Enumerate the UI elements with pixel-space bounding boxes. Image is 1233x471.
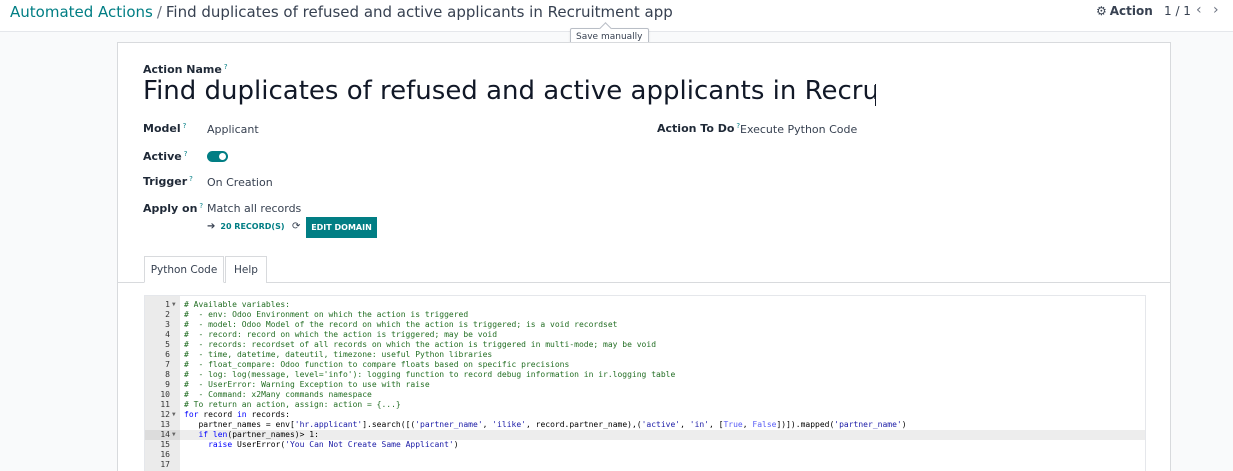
help-icon[interactable]: ? [199,202,203,210]
line-number: 10 [160,390,170,399]
code-line[interactable]: 9 # - UserError: Warning Exception to use… [145,380,1145,390]
code-line[interactable]: 8 # - log: log(message, level='info'): lo… [145,370,1145,380]
tab-help[interactable]: Help [225,256,267,283]
refresh-icon[interactable]: ⟳ [292,221,300,232]
help-icon[interactable]: ? [184,150,188,158]
code-text: if len(partner_names)> 1: [198,430,319,439]
arrow-right-icon: ➔ [207,221,216,232]
code-line[interactable]: 10 # - Command: x2Many commands namespace [145,390,1145,400]
code-text: # - model: Odoo Model of the record on w… [184,320,618,329]
help-icon[interactable]: ? [183,122,187,130]
line-number: 15 [160,440,170,449]
model-label: Model? [143,122,187,135]
active-toggle[interactable] [207,151,228,162]
code-text: # To return an action, assign: action = … [184,400,401,409]
fold-toggle-icon[interactable]: ▼ [172,300,176,310]
line-number: 14 [160,430,170,439]
code-text: # - Command: x2Many commands namespace [184,390,372,399]
line-number: 3 [165,320,170,329]
line-number: 12 [160,410,170,419]
chevron-left-icon[interactable]: ‹ [1196,3,1202,17]
line-number: 4 [165,330,170,339]
fold-toggle-icon[interactable]: ▼ [172,410,176,420]
action-to-do-field[interactable]: Execute Python Code [740,123,857,136]
records-count-link[interactable]: ➔ 20 RECORD(S) [207,221,284,232]
code-line[interactable]: 4 # - record: record on which the action … [145,330,1145,340]
tab-python-code[interactable]: Python Code [144,256,224,283]
active-label: Active? [143,150,188,163]
breadcrumb: Automated Actions / Find duplicates of ref… [10,2,673,22]
code-line[interactable]: 17 [145,460,1145,470]
line-number: 5 [165,340,170,349]
code-text: for record in records: [184,410,290,419]
help-icon[interactable]: ? [189,175,193,183]
code-text: # - float_compare: Odoo function to comp… [184,360,570,369]
code-line[interactable]: 2 # - env: Odoo Environment on which the … [145,310,1145,320]
code-text: # - time, datetime, dateutil, timezone: … [184,350,493,359]
pager-value[interactable]: 1 / 1 [1164,4,1191,18]
code-line[interactable]: 16 [145,450,1145,460]
apply-on-label: Apply on? [143,202,204,215]
code-line[interactable]: 6 # - time, datetime, dateutil, timezone:… [145,350,1145,360]
breadcrumb-separator: / [156,3,162,21]
code-line[interactable]: 3 # - model: Odoo Model of the record on … [145,320,1145,330]
code-line[interactable]: 12 ▼ for record in records: [145,410,1145,420]
apply-on-value: Match all records [207,202,302,215]
code-text: partner_names = env['hr.applicant'].sear… [184,420,907,429]
text-cursor [875,84,876,106]
line-number: 11 [160,400,170,409]
action-menu-button[interactable]: ⚙ Action [1096,4,1153,18]
code-text: # Available variables: [184,300,290,309]
help-icon[interactable]: ? [224,63,228,71]
toggle-knob [219,153,226,160]
code-line[interactable]: 11 # To return an action, assign: action … [145,400,1145,410]
code-text: # - record: record on which the action i… [184,330,498,339]
trigger-field[interactable]: On Creation [207,176,273,189]
code-text: raise UserError('You Can Not Create Same… [208,440,459,449]
line-number: 1 [165,300,170,309]
code-text: # - log: log(message, level='info'): log… [184,370,676,379]
code-line[interactable]: 13 partner_names = env['hr.applicant'].s… [145,420,1145,430]
python-code-editor[interactable]: 1 ▼ # Available variables: 2 # - env: Odoo E… [144,295,1146,471]
line-number: 2 [165,310,170,319]
action-to-do-label: Action To Do? [657,122,741,135]
code-line[interactable]: 1 ▼ # Available variables: [145,300,1145,310]
chevron-right-icon[interactable]: › [1213,3,1219,17]
form-sheet: Action Name? Find duplicates of refused … [117,42,1171,471]
line-number: 16 [160,450,170,459]
code-line[interactable]: 7 # - float_compare: Odoo function to com… [145,360,1145,370]
action-name-label: Action Name? [143,63,228,76]
line-number: 9 [165,380,170,389]
breadcrumb-current: Find duplicates of refused and active ap… [165,3,673,21]
code-text: # - records: recordset of all records on… [184,340,657,349]
action-menu-label: Action [1109,4,1153,18]
trigger-label: Trigger? [143,175,193,188]
action-name-input[interactable]: Find duplicates of refused and active ap… [143,76,876,110]
model-field[interactable]: Applicant [207,123,259,136]
line-number: 13 [160,420,170,429]
tabs-divider [118,282,1170,283]
code-text: # - env: Odoo Environment on which the a… [184,310,469,319]
fold-toggle-icon[interactable]: ▼ [172,430,176,440]
edit-domain-button[interactable]: EDIT DOMAIN [306,217,377,238]
code-line[interactable]: 15 raise UserError('You Can Not Create S… [145,440,1145,450]
code-text: # - UserError: Warning Exception to use … [184,380,430,389]
gear-icon: ⚙ [1096,4,1107,18]
line-number: 7 [165,360,170,369]
line-number: 6 [165,350,170,359]
code-line[interactable]: 5 # - records: recordset of all records o… [145,340,1145,350]
breadcrumb-parent-link[interactable]: Automated Actions [10,3,153,21]
line-number: 8 [165,370,170,379]
code-line[interactable]: 14 ▼ if len(partner_names)> 1: [145,430,1145,440]
records-count-label: 20 RECORD(S) [220,222,285,231]
line-number: 17 [160,460,170,469]
